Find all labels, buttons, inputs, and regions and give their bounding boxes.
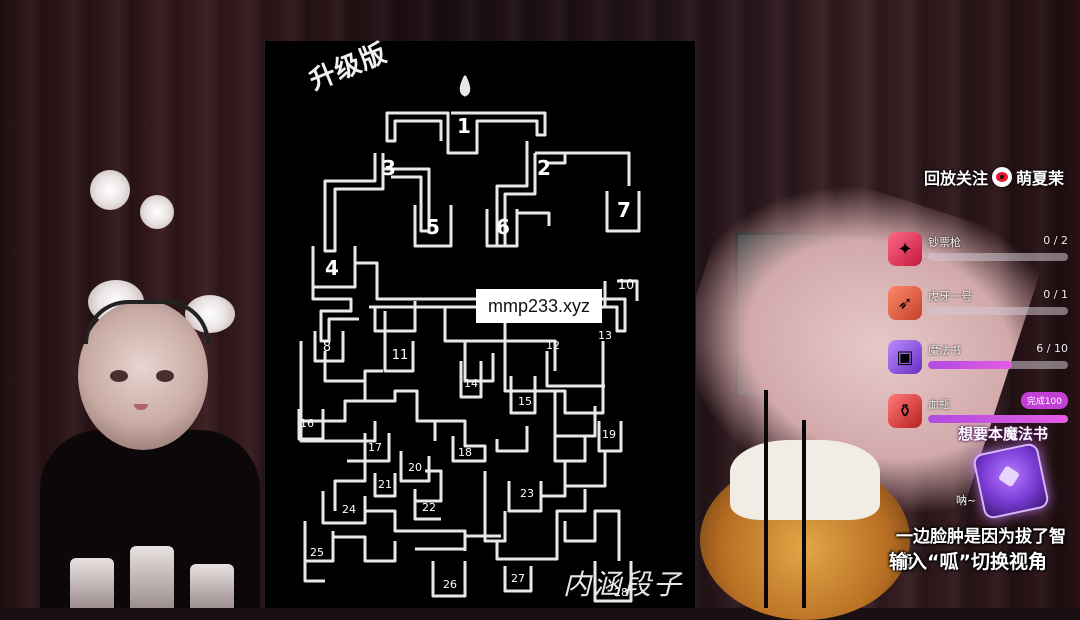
maze-cell-3: 3 [382,156,396,180]
gift-goal-list: ✦ 钞票枪 0 / 2 ➶ 虎牙一号 0 / 1 ▣ 魔法书 6 / 10 ⚱ … [888,228,1078,444]
money-gun-icon: ✦ [888,232,922,266]
magic-book-icon[interactable] [971,441,1051,521]
maze-cell-17: 17 [368,441,382,454]
gift-name: 魔法书 [928,344,961,357]
maze-cell-1: 1 [457,114,471,138]
maze-cell-15: 15 [518,395,532,408]
maze-sheet: 1 2 3 4 5 6 7 8 10 11 12 13 14 15 16 17 … [264,38,696,608]
weibo-icon [992,167,1013,187]
gift-count: 0 / 2 [1043,234,1068,247]
maze-cell-24: 24 [342,503,356,516]
gift-progress-bar [928,415,1068,423]
maze-cell-18: 18 [458,446,472,459]
maze-cell-26: 26 [443,578,457,591]
promo-sound-text: 呐~ [956,494,977,507]
maze-cell-14: 14 [464,377,478,390]
blood-bottle-icon: ⚱ [888,394,922,428]
gift-progress-bar [928,253,1068,261]
gift-count: 6 / 10 [1036,342,1068,355]
maze-cell-20: 20 [408,461,422,474]
follow-prefix: 回放关注 [924,169,989,188]
maze-cell-5: 5 [426,215,440,239]
maze-cell-12: 12 [546,339,560,352]
maze-cell-2: 2 [537,156,551,180]
gift-name: 钞票枪 [928,236,961,249]
gift-goal-item[interactable]: ➶ 虎牙一号 0 / 1 [888,282,1078,336]
rocket-icon: ➶ [888,286,922,320]
watermark-label: mmp233.xyz [476,289,602,323]
subtitle-line-2: 输入“呱”切换视角 [889,551,1047,573]
maze-cell-19: 19 [602,428,616,441]
maze-cell-7: 7 [617,198,631,222]
maze-cell-16: 16 [300,417,314,430]
maze-cell-10: 10 [618,278,635,293]
gift-name: 血瓶 [928,398,950,411]
maze-cell-8: 8 [323,340,331,355]
maze-cell-13: 13 [598,329,612,342]
stand-pole [802,420,806,608]
maze-cell-23: 23 [520,487,534,500]
maze-cell-22: 22 [422,501,436,514]
promo-title: 想要本魔法书 [958,425,1049,443]
maze-cell-11: 11 [392,348,409,363]
maze-signature: 内涵段子 [563,568,684,601]
maze-drawing: 1 2 3 4 5 6 7 8 10 11 12 13 14 15 16 17 … [297,75,641,603]
gift-name: 虎牙一号 [928,290,972,303]
streamer-name: 萌夏茉 [1016,169,1065,188]
gift-complete-badge: 完成100 [1020,392,1068,409]
maze-cell-27: 27 [511,572,525,585]
maze-cell-25: 25 [310,546,324,559]
gift-progress-bar [928,361,1068,369]
gift-goal-item[interactable]: ▣ 魔法书 6 / 10 [888,336,1078,390]
candles [60,535,260,608]
stand-pole [764,390,768,608]
maze-cell-6: 6 [496,215,510,239]
follow-banner[interactable]: 回放关注 萌夏茉 [924,163,1064,191]
magic-book-icon: ▣ [888,340,922,374]
maze-cell-4: 4 [325,256,339,280]
gift-count: 0 / 1 [1043,288,1068,301]
maze-cell-21: 21 [378,478,392,491]
gift-goal-item[interactable]: ✦ 钞票枪 0 / 2 [888,228,1078,282]
gift-progress-bar [928,307,1068,315]
